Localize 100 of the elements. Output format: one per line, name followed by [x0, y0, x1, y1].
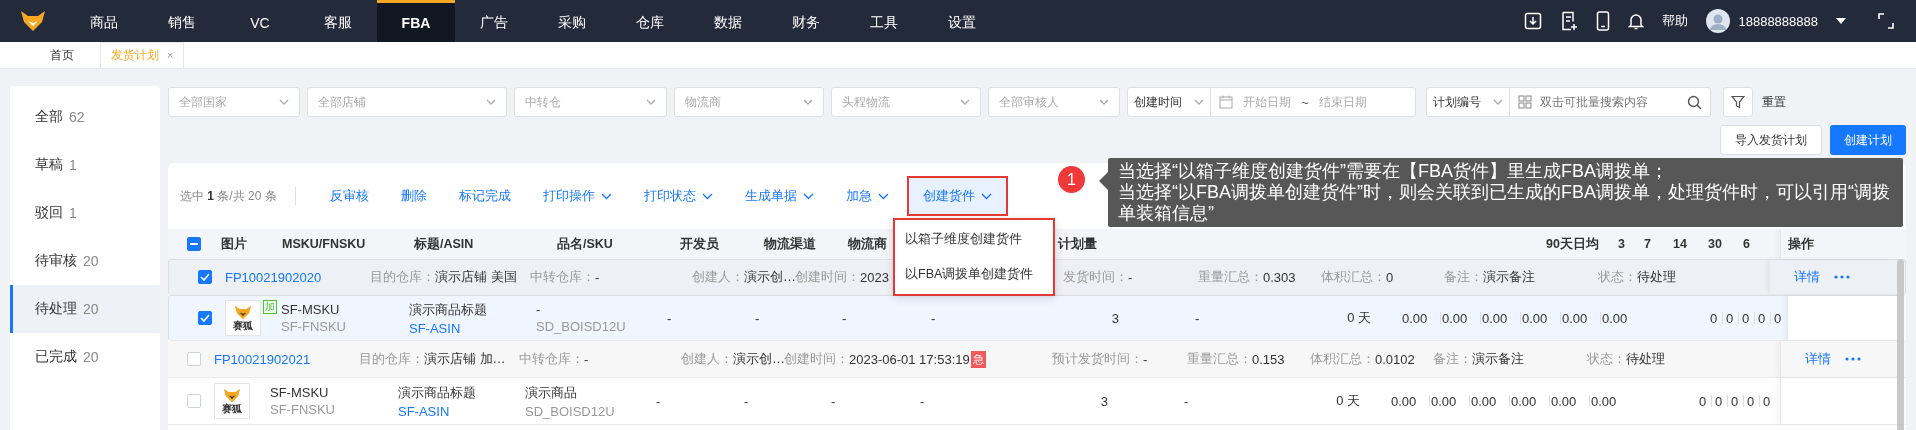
- status-filter-item[interactable]: 驳回 1: [10, 189, 160, 237]
- search-icon[interactable]: [1687, 94, 1702, 110]
- status-filter-item[interactable]: 已完成 20: [10, 333, 160, 381]
- caret-icon[interactable]: [1836, 18, 1846, 24]
- field-label: 中转仓库：: [519, 350, 584, 368]
- nav-menu-item[interactable]: 广告: [455, 0, 533, 42]
- nav-menu-item[interactable]: 客服: [299, 0, 377, 42]
- nav-menu-item[interactable]: 数据: [689, 0, 767, 42]
- msku-text: SF-MSKU: [270, 385, 330, 400]
- field-value: 演示店铺 美国: [435, 268, 517, 286]
- nav-menu-item[interactable]: 工具: [845, 0, 923, 42]
- chevron-down-icon: [646, 99, 656, 105]
- toolbar-button[interactable]: 加急: [831, 176, 903, 216]
- avatar-icon[interactable]: [1706, 9, 1731, 33]
- search-field[interactable]: 双击可批量搜索内容: [1510, 87, 1711, 117]
- table-cell: -: [656, 393, 661, 409]
- column-header: 物流商: [848, 236, 887, 251]
- select-all-checkbox[interactable]: [187, 237, 201, 251]
- fullscreen-icon[interactable]: [1878, 13, 1894, 29]
- search-input[interactable]: 双击可批量搜索内容: [1538, 94, 1681, 110]
- user-name[interactable]: 18888888888: [1738, 13, 1818, 29]
- more-icon[interactable]: [1834, 275, 1850, 279]
- column-header: 7: [1644, 237, 1651, 251]
- asin-link[interactable]: SF-ASIN: [398, 403, 525, 419]
- checkbox[interactable]: [198, 311, 212, 325]
- checkbox[interactable]: [198, 270, 212, 284]
- field-label: 状态：: [1598, 268, 1637, 286]
- help-link[interactable]: 帮助: [1662, 12, 1689, 30]
- toolbar-button[interactable]: 打印操作: [528, 176, 626, 216]
- checkmark-icon: [200, 314, 210, 322]
- download-icon[interactable]: [1524, 12, 1543, 30]
- phone-icon[interactable]: [1596, 11, 1611, 31]
- product-name-text: 演示商品: [525, 383, 578, 402]
- fox-logo-icon[interactable]: [19, 10, 46, 32]
- field-value: -: [1128, 269, 1133, 285]
- nav-menu-item[interactable]: VC: [221, 0, 299, 42]
- column-header: 操作: [1788, 235, 1814, 253]
- field-label: 重量汇总：: [1187, 350, 1252, 368]
- date-range-field[interactable]: 开始日期 ~ 结束日期: [1211, 87, 1416, 117]
- status-filter-item[interactable]: 待审核 20: [10, 237, 160, 285]
- field-label: 目的仓库：: [370, 268, 435, 286]
- toolbar-button[interactable]: 标记完成: [444, 176, 525, 216]
- field-label: 创建人：: [692, 268, 744, 286]
- image-caption: 赛狐: [233, 320, 253, 331]
- toolbar-button[interactable]: 创建货件: [906, 176, 1008, 216]
- table-cell: 0: [1763, 393, 1771, 409]
- nav-menu-item[interactable]: 采购: [533, 0, 611, 42]
- create-plan-button[interactable]: 创建计划: [1830, 125, 1906, 155]
- chevron-down-icon: [1194, 99, 1204, 105]
- asin-link[interactable]: SF-ASIN: [409, 320, 536, 336]
- nav-menu-item[interactable]: FBA: [377, 0, 455, 42]
- status-filter-item[interactable]: 草稿 1: [10, 141, 160, 189]
- toolbar-button[interactable]: 生成单据: [730, 176, 828, 216]
- field-label: 发货时间：: [1063, 268, 1128, 286]
- nav-menu-item[interactable]: 仓库: [611, 0, 689, 42]
- toolbar-button[interactable]: 反审核: [315, 176, 383, 216]
- table-cell: 3: [1100, 393, 1108, 409]
- plan-id-link[interactable]: FP10021902020: [225, 269, 322, 285]
- status-filter-item[interactable]: 全部 62: [10, 93, 160, 141]
- chevron-down-icon: [803, 99, 813, 105]
- status-filter-item[interactable]: 待处理 20: [10, 285, 160, 333]
- sku-text: SD_BOISD12U: [525, 403, 616, 419]
- field-value: 演示创…: [744, 268, 796, 286]
- field-value: 0.303: [1263, 269, 1296, 285]
- reset-link[interactable]: 重置: [1762, 93, 1786, 111]
- import-plan-button[interactable]: 导入发货计划: [1720, 125, 1822, 155]
- table-cell: 0.00: [1562, 310, 1588, 326]
- table-cell: 0.00: [1482, 310, 1508, 326]
- table-cell: 0.00: [1602, 310, 1628, 326]
- menu-item[interactable]: 以箱子维度创建货件: [895, 222, 1053, 257]
- date-type-select[interactable]: 创建时间: [1127, 87, 1211, 117]
- chevron-down-icon: [980, 192, 992, 200]
- search-type-select[interactable]: 计划编号: [1426, 87, 1510, 117]
- table-cell: 0: [1731, 393, 1739, 409]
- nav-menu-item[interactable]: 财务: [767, 0, 845, 42]
- page-tab[interactable]: 首页: [40, 43, 84, 68]
- scrollbar[interactable]: [1897, 259, 1904, 430]
- field-label: 状态：: [1587, 350, 1626, 368]
- field-label: 体积汇总：: [1321, 268, 1386, 286]
- field-value: 待处理: [1626, 350, 1665, 368]
- more-icon[interactable]: [1845, 357, 1861, 361]
- field-value: -: [1143, 351, 1148, 367]
- table-cell: 0.00: [1591, 393, 1617, 409]
- chevron-down-icon: [1099, 99, 1109, 105]
- document-plus-icon[interactable]: [1560, 11, 1579, 31]
- table-cell: 0: [1747, 393, 1755, 409]
- menu-item[interactable]: 以FBA调拨单创建货件: [895, 257, 1053, 292]
- calendar-icon: [1219, 95, 1233, 109]
- bell-icon[interactable]: [1628, 12, 1645, 30]
- toolbar-button[interactable]: 删除: [386, 176, 441, 216]
- filter-button[interactable]: [1723, 87, 1753, 117]
- nav-menu-item[interactable]: 商品: [65, 0, 143, 42]
- table-cell: -: [667, 310, 672, 326]
- toolbar-button[interactable]: 打印状态: [629, 176, 727, 216]
- detail-link[interactable]: 详情: [1794, 268, 1820, 286]
- detail-link[interactable]: 详情: [1805, 350, 1831, 368]
- nav-menu-item[interactable]: 设置: [923, 0, 1001, 42]
- field-label: 体积汇总：: [1310, 350, 1375, 368]
- plan-id-link[interactable]: FP10021902021: [214, 351, 311, 367]
- nav-menu-item[interactable]: 销售: [143, 0, 221, 42]
